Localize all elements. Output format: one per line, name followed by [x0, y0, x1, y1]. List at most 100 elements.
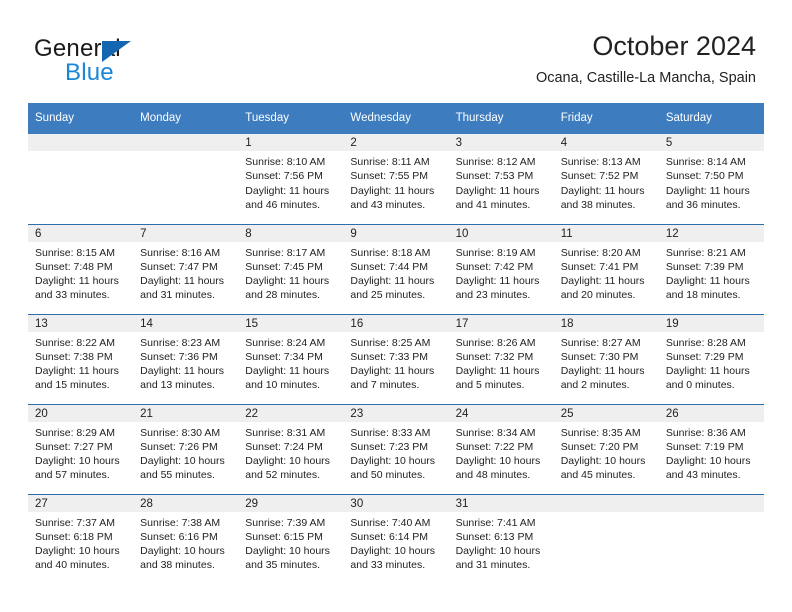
daylight-text: Daylight: 10 hours and 38 minutes. [140, 545, 225, 572]
calendar-day-cell[interactable]: 22 Sunrise: 8:31 AM Sunset: 7:24 PM Dayligh… [238, 403, 344, 494]
daylight-text: Daylight: 11 hours and 18 minutes. [665, 275, 750, 302]
sunset-text: Sunset: 7:38 PM [35, 350, 113, 363]
calendar-day-cell[interactable]: 9 Sunrise: 8:18 AM Sunset: 7:44 PM Daylight… [343, 223, 449, 314]
day-number: 4 [553, 134, 659, 151]
day-number: 15 [238, 314, 344, 332]
day-cell-inner: 18 Sunrise: 8:27 AM Sunset: 7:30 PM Dayligh… [553, 314, 659, 403]
day-details: Sunrise: 8:35 AM Sunset: 7:20 PM Daylight:… [554, 422, 659, 483]
calendar-day-cell[interactable]: 6 Sunrise: 8:15 AM Sunset: 7:48 PM Daylight… [28, 223, 134, 314]
calendar-day-cell[interactable]: 7 Sunrise: 8:16 AM Sunset: 7:47 PM Daylight… [133, 223, 239, 314]
day-number: 10 [448, 224, 554, 242]
weekday-header-wednesday: Wednesday [343, 103, 449, 134]
day-number: 28 [133, 494, 239, 512]
calendar-day-cell[interactable]: 21 Sunrise: 8:30 AM Sunset: 7:26 PM Dayligh… [133, 403, 239, 494]
calendar-day-cell[interactable]: 14 Sunrise: 8:23 AM Sunset: 7:36 PM Dayligh… [133, 313, 239, 404]
day-cell-inner: 13 Sunrise: 8:22 AM Sunset: 7:38 PM Dayligh… [28, 314, 134, 403]
calendar-day-cell[interactable]: 30 Sunrise: 7:40 AM Sunset: 6:14 PM Dayligh… [343, 493, 449, 584]
daylight-text: Daylight: 10 hours and 45 minutes. [560, 455, 646, 482]
day-cell-inner: 19 Sunrise: 8:28 AM Sunset: 7:29 PM Dayligh… [658, 314, 764, 403]
sunset-text: Sunset: 7:29 PM [665, 350, 744, 363]
calendar-day-cell[interactable]: 1 Sunrise: 8:10 AM Sunset: 7:56 PM Daylight… [238, 134, 344, 224]
daylight-text: Daylight: 10 hours and 57 minutes. [35, 455, 120, 482]
calendar-day-cell[interactable]: 10 Sunrise: 8:19 AM Sunset: 7:42 PM Dayligh… [448, 223, 554, 314]
day-details: Sunrise: 8:34 AM Sunset: 7:22 PM Daylight:… [449, 422, 554, 483]
calendar-day-cell[interactable]: 4 Sunrise: 8:13 AM Sunset: 7:52 PM Daylight… [553, 134, 659, 224]
calendar-day-cell[interactable]: 26 Sunrise: 8:36 AM Sunset: 7:19 PM Dayligh… [658, 403, 764, 494]
day-details: Sunrise: 8:11 AM Sunset: 7:55 PM Daylight:… [343, 151, 448, 212]
calendar-day-cell[interactable]: 29 Sunrise: 7:39 AM Sunset: 6:15 PM Dayligh… [238, 493, 344, 584]
sunset-text: Sunset: 7:48 PM [35, 260, 113, 273]
day-number: 9 [343, 224, 449, 242]
weekday-header-saturday: Saturday [658, 103, 764, 134]
daylight-text: Daylight: 11 hours and 43 minutes. [350, 184, 435, 211]
sunrise-text: Sunrise: 8:34 AM [455, 426, 536, 439]
sunrise-text: Sunrise: 8:11 AM [350, 156, 430, 168]
sunset-text: Sunset: 7:34 PM [245, 350, 323, 363]
sunrise-text: Sunrise: 8:26 AM [455, 336, 536, 349]
daylight-text: Daylight: 11 hours and 7 minutes. [350, 365, 435, 392]
sunrise-text: Sunrise: 8:14 AM [665, 156, 746, 168]
sunrise-text: Sunrise: 8:16 AM [140, 246, 221, 259]
calendar-day-cell[interactable]: 20 Sunrise: 8:29 AM Sunset: 7:27 PM Dayligh… [28, 403, 134, 494]
day-number: 22 [238, 404, 344, 422]
calendar-day-cell-empty [553, 493, 659, 584]
sunset-text: Sunset: 6:14 PM [350, 530, 429, 543]
day-cell-inner: 7 Sunrise: 8:16 AM Sunset: 7:47 PM Daylight… [133, 224, 239, 313]
day-number: 6 [28, 224, 134, 242]
day-number [133, 134, 239, 151]
day-details: Sunrise: 8:17 AM Sunset: 7:45 PM Daylight:… [238, 242, 343, 303]
calendar-day-cell[interactable]: 16 Sunrise: 8:25 AM Sunset: 7:33 PM Dayligh… [343, 313, 449, 404]
calendar-day-cell[interactable]: 11 Sunrise: 8:20 AM Sunset: 7:41 PM Dayligh… [553, 223, 659, 314]
calendar-day-cell[interactable]: 25 Sunrise: 8:35 AM Sunset: 7:20 PM Dayligh… [553, 403, 659, 494]
day-details: Sunrise: 8:21 AM Sunset: 7:39 PM Daylight:… [659, 242, 764, 303]
day-details: Sunrise: 7:40 AM Sunset: 6:14 PM Daylight:… [343, 512, 448, 573]
day-cell-inner: 3 Sunrise: 8:12 AM Sunset: 7:53 PM Daylight… [448, 134, 554, 222]
sunrise-text: Sunrise: 7:41 AM [455, 516, 536, 529]
day-number [553, 494, 659, 512]
day-details: Sunrise: 8:22 AM Sunset: 7:38 PM Daylight:… [28, 332, 133, 393]
sunset-text: Sunset: 7:41 PM [560, 260, 639, 273]
daylight-text: Daylight: 10 hours and 35 minutes. [245, 545, 330, 572]
day-details: Sunrise: 8:27 AM Sunset: 7:30 PM Daylight:… [554, 332, 659, 393]
title-block: October 2024 Ocana, Castille-La Mancha, … [536, 30, 756, 87]
calendar-day-cell[interactable]: 3 Sunrise: 8:12 AM Sunset: 7:53 PM Daylight… [448, 134, 554, 224]
day-number: 13 [28, 314, 134, 332]
calendar-day-cell[interactable]: 8 Sunrise: 8:17 AM Sunset: 7:45 PM Daylight… [238, 223, 344, 314]
day-cell-inner: 17 Sunrise: 8:26 AM Sunset: 7:32 PM Dayligh… [448, 314, 554, 403]
day-cell-inner: 9 Sunrise: 8:18 AM Sunset: 7:44 PM Daylight… [343, 224, 449, 313]
calendar-day-cell[interactable]: 17 Sunrise: 8:26 AM Sunset: 7:32 PM Dayligh… [448, 313, 554, 404]
general-blue-logo[interactable]: General Blue [34, 36, 254, 88]
calendar-week-row: 13 Sunrise: 8:22 AM Sunset: 7:38 PM Dayligh… [28, 313, 764, 404]
day-details: Sunrise: 8:15 AM Sunset: 7:48 PM Daylight:… [28, 242, 133, 303]
day-number: 27 [28, 494, 134, 512]
calendar-day-cell-empty [28, 134, 134, 224]
daylight-text: Daylight: 10 hours and 33 minutes. [350, 545, 436, 572]
calendar-day-cell[interactable]: 31 Sunrise: 7:41 AM Sunset: 6:13 PM Dayligh… [448, 493, 554, 584]
day-number: 7 [133, 224, 239, 242]
calendar-day-cell[interactable]: 27 Sunrise: 7:37 AM Sunset: 6:18 PM Dayligh… [28, 493, 134, 584]
calendar-day-cell[interactable]: 23 Sunrise: 8:33 AM Sunset: 7:23 PM Dayligh… [343, 403, 449, 494]
calendar-day-cell[interactable]: 24 Sunrise: 8:34 AM Sunset: 7:22 PM Dayligh… [448, 403, 554, 494]
daylight-text: Daylight: 10 hours and 52 minutes. [245, 455, 330, 482]
calendar-day-cell[interactable]: 2 Sunrise: 8:11 AM Sunset: 7:55 PM Daylight… [343, 134, 449, 224]
calendar-day-cell[interactable]: 28 Sunrise: 7:38 AM Sunset: 6:16 PM Dayligh… [133, 493, 239, 584]
calendar-day-cell[interactable]: 5 Sunrise: 8:14 AM Sunset: 7:50 PM Daylight… [658, 134, 764, 224]
day-details: Sunrise: 8:33 AM Sunset: 7:23 PM Daylight:… [343, 422, 448, 483]
day-cell-inner: 31 Sunrise: 7:41 AM Sunset: 6:13 PM Dayligh… [448, 494, 554, 583]
calendar-day-cell[interactable]: 15 Sunrise: 8:24 AM Sunset: 7:34 PM Dayligh… [238, 313, 344, 404]
day-cell-inner: 22 Sunrise: 8:31 AM Sunset: 7:24 PM Dayligh… [238, 404, 344, 493]
sunrise-text: Sunrise: 7:37 AM [35, 516, 115, 529]
day-details: Sunrise: 8:14 AM Sunset: 7:50 PM Daylight:… [659, 151, 764, 212]
weekday-header-sunday: Sunday [28, 103, 134, 134]
day-cell-inner [658, 494, 764, 583]
calendar-day-cell[interactable]: 13 Sunrise: 8:22 AM Sunset: 7:38 PM Dayligh… [28, 313, 134, 404]
sunrise-text: Sunrise: 8:10 AM [245, 156, 326, 168]
day-cell-inner: 28 Sunrise: 7:38 AM Sunset: 6:16 PM Dayligh… [133, 494, 239, 583]
calendar-day-cell[interactable]: 12 Sunrise: 8:21 AM Sunset: 7:39 PM Dayligh… [658, 223, 764, 314]
sunrise-text: Sunrise: 8:25 AM [350, 336, 431, 349]
sunrise-text: Sunrise: 8:28 AM [665, 336, 746, 349]
day-cell-inner: 21 Sunrise: 8:30 AM Sunset: 7:26 PM Dayligh… [133, 404, 239, 493]
calendar-day-cell[interactable]: 18 Sunrise: 8:27 AM Sunset: 7:30 PM Dayligh… [553, 313, 659, 404]
daylight-text: Daylight: 10 hours and 48 minutes. [455, 455, 541, 482]
calendar-day-cell[interactable]: 19 Sunrise: 8:28 AM Sunset: 7:29 PM Dayligh… [658, 313, 764, 404]
